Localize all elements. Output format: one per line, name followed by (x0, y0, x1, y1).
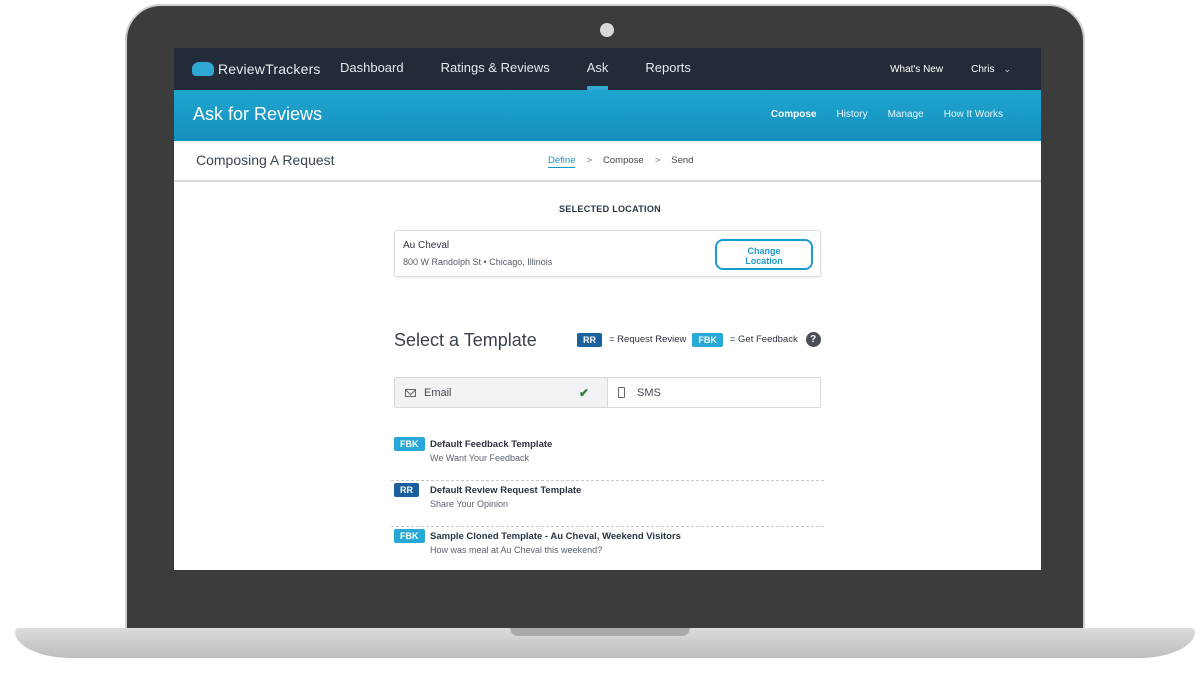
nav-reports[interactable]: Reports (645, 48, 691, 90)
tab-how-it-works[interactable]: How It Works (944, 109, 1003, 120)
template-item[interactable]: FBK Default Feedback Template We Want Yo… (391, 435, 824, 481)
top-navigation: ReviewTrackers Dashboard Ratings & Revie… (174, 48, 1041, 90)
app-screen: ReviewTrackers Dashboard Ratings & Revie… (174, 48, 1041, 570)
tab-manage[interactable]: Manage (888, 109, 924, 120)
nav-ask[interactable]: Ask (586, 48, 608, 90)
change-location-button[interactable]: Change Location (715, 239, 813, 270)
rr-badge: RR (577, 332, 602, 347)
nav-ratings-reviews[interactable]: Ratings & Reviews (441, 48, 550, 90)
steps-title: Composing A Request (196, 152, 335, 168)
template-list: FBK Default Feedback Template We Want Yo… (391, 435, 824, 570)
user-name: Chris (971, 63, 995, 75)
template-type-badge: RR (394, 483, 419, 497)
template-name: Default Review Request Template (430, 485, 582, 496)
main-nav: Dashboard Ratings & Reviews Ask Reports (340, 48, 728, 90)
envelope-icon (405, 388, 417, 397)
brand-name: ReviewTrackers (218, 61, 321, 77)
camera-dot (600, 23, 614, 37)
step-compose[interactable]: Compose (603, 155, 644, 168)
change-location-label-1: Change (747, 246, 781, 256)
fbk-legend-text: = Get Feedback (729, 334, 798, 345)
channel-email-label: Email (424, 386, 452, 399)
channel-email[interactable]: Email ✔ (395, 378, 608, 407)
laptop-notch (510, 628, 690, 636)
nav-dashboard[interactable]: Dashboard (340, 48, 404, 90)
template-subject: We Want Your Feedback (430, 453, 530, 463)
page-title: Ask for Reviews (193, 104, 323, 124)
step-define[interactable]: Define (548, 155, 576, 168)
location-address: 800 W Randolph St • Chicago, Illinois (403, 257, 553, 267)
section-header: Ask for Reviews Compose History Manage H… (174, 90, 1041, 141)
user-menu[interactable]: Chris ⌄ (971, 64, 1011, 75)
step-separator: > (586, 155, 593, 166)
channel-toggle: Email ✔ SMS (394, 377, 821, 408)
selected-location-label: SELECTED LOCATION (559, 204, 661, 214)
tab-history[interactable]: History (836, 109, 867, 120)
channel-sms[interactable]: SMS (608, 378, 820, 407)
template-item[interactable]: RR Default Review Request Template Share… (391, 481, 824, 527)
nav-right: What's New Chris ⌄ (890, 48, 1011, 90)
section-tabs: Compose History Manage How It Works (751, 109, 1003, 120)
template-subject: How was meal at Au Cheval this weekend? (430, 545, 603, 555)
channel-sms-label: SMS (637, 386, 661, 399)
rr-legend-text: = Request Review (609, 334, 687, 345)
checkmark-icon: ✔ (578, 386, 589, 400)
step-send[interactable]: Send (671, 155, 693, 168)
badge-legend: RR = Request Review FBK = Get Feedback ? (577, 332, 821, 347)
template-type-badge: FBK (394, 529, 425, 543)
fbk-badge: FBK (692, 332, 723, 347)
template-name: Default Feedback Template (430, 439, 553, 450)
change-location-label-2: Location (745, 256, 783, 266)
cloud-logo-icon (192, 62, 214, 76)
template-name: Sample Cloned Template - Au Cheval, Week… (430, 531, 681, 542)
step-separator: > (654, 155, 661, 166)
steps-bar: Composing A Request Define > Compose > S… (174, 141, 1041, 182)
template-type-badge: FBK (394, 437, 425, 451)
chevron-down-icon: ⌄ (1003, 63, 1011, 74)
select-template-title: Select a Template (394, 330, 537, 350)
phone-icon (618, 387, 630, 398)
template-subject: Share Your Opinion (430, 499, 509, 509)
brand-logo[interactable]: ReviewTrackers (192, 61, 321, 77)
location-card: Au Cheval 800 W Randolph St • Chicago, I… (394, 230, 821, 277)
template-item[interactable]: FBK Sample Cloned Template - Au Cheval, … (391, 527, 824, 570)
location-name: Au Cheval (403, 240, 450, 251)
help-icon[interactable]: ? (805, 332, 821, 347)
tab-compose[interactable]: Compose (771, 109, 817, 120)
whats-new-link[interactable]: What's New (890, 64, 943, 75)
step-breadcrumb: Define > Compose > Send (548, 155, 693, 168)
